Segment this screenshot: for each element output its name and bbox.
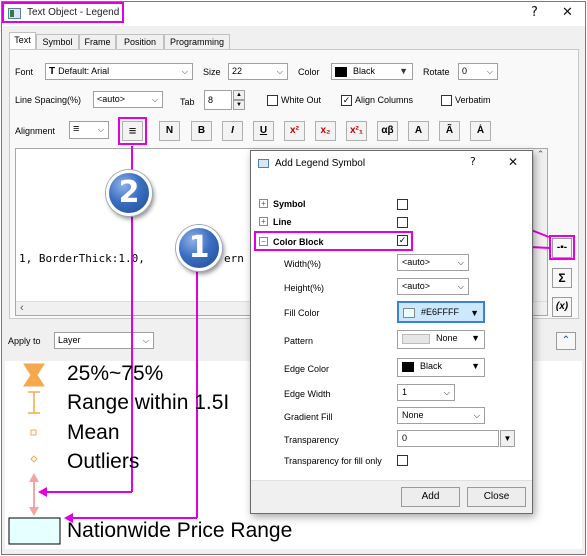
step-badge-2: 2 bbox=[106, 170, 152, 216]
add-button[interactable]: Add bbox=[401, 487, 460, 507]
pattern-label: Pattern bbox=[284, 336, 314, 346]
edge-color-swatch bbox=[402, 361, 414, 372]
outlier-symbol-icon bbox=[30, 455, 38, 463]
height-label: Height(%) bbox=[284, 283, 325, 293]
legend-item-5: Nationwide Price Range bbox=[67, 519, 293, 542]
gradient-fill-label: Gradient Fill bbox=[284, 412, 333, 422]
color-block-checkbox[interactable]: ✓ bbox=[397, 235, 408, 246]
width-value: <auto> bbox=[402, 257, 431, 267]
pattern-select[interactable]: None ▼ bbox=[397, 330, 485, 349]
dialog-close-icon[interactable]: ✕ bbox=[508, 155, 518, 169]
width-select[interactable]: <auto> ⌵ bbox=[397, 254, 469, 271]
line-checkbox[interactable] bbox=[397, 217, 408, 228]
expand-symbol-icon[interactable]: + bbox=[259, 199, 268, 208]
pattern-value: None bbox=[436, 333, 458, 343]
step-badge-1: 1 bbox=[176, 225, 222, 271]
transparency-fill-only-checkbox[interactable] bbox=[397, 455, 408, 466]
section-symbol-label: Symbol bbox=[273, 199, 306, 209]
transparency-value: 0 bbox=[402, 433, 408, 443]
width-label: Width(%) bbox=[284, 259, 322, 269]
mean-symbol-icon bbox=[30, 429, 37, 436]
chevron-down-icon: ⌵ bbox=[443, 388, 450, 397]
fill-color-swatch bbox=[403, 307, 415, 318]
symbol-checkbox[interactable] bbox=[397, 199, 408, 210]
pattern-swatch bbox=[402, 333, 430, 344]
gradient-fill-select[interactable]: None ⌵ bbox=[397, 407, 485, 424]
chevron-down-icon: ⌵ bbox=[457, 282, 464, 291]
transparency-input[interactable]: 0 bbox=[397, 430, 499, 447]
legend-item-3: Mean bbox=[67, 421, 120, 444]
close-dialog-button[interactable]: Close bbox=[467, 487, 526, 507]
section-color-block-label: Color Block bbox=[273, 237, 324, 247]
legend-item-2: Range within 1.5I bbox=[67, 391, 230, 414]
dialog-icon bbox=[258, 159, 269, 168]
edge-color-label: Edge Color bbox=[284, 364, 330, 374]
edge-width-value: 1 bbox=[402, 387, 408, 397]
box-symbol-icon bbox=[23, 363, 45, 387]
dialog-help-button[interactable]: ? bbox=[470, 155, 476, 168]
collapse-color-block-icon[interactable]: − bbox=[259, 237, 268, 246]
fill-color-select[interactable]: #E6FFFF ▼ bbox=[397, 301, 485, 323]
height-select[interactable]: <auto> ⌵ bbox=[397, 278, 469, 295]
edge-width-select[interactable]: 1 ⌵ bbox=[397, 384, 455, 401]
legend-item-1: 25%~75% bbox=[67, 362, 164, 385]
color-block-icon bbox=[8, 517, 61, 545]
dropdown-arrow-icon: ▼ bbox=[471, 333, 480, 343]
edge-color-value: Black bbox=[420, 361, 443, 371]
chevron-down-icon: ⌵ bbox=[457, 258, 464, 267]
dialog-title: Add Legend Symbol bbox=[275, 158, 366, 169]
dropdown-arrow-icon: ▼ bbox=[470, 308, 479, 318]
section-line-label: Line bbox=[273, 217, 292, 227]
chevron-down-icon: ⌵ bbox=[473, 411, 480, 420]
edge-color-select[interactable]: Black ▼ bbox=[397, 358, 485, 377]
height-value: <auto> bbox=[402, 281, 431, 291]
edge-width-label: Edge Width bbox=[284, 389, 331, 399]
dropdown-arrow-icon: ▼ bbox=[471, 361, 480, 371]
fill-color-value: #E6FFFF bbox=[421, 307, 460, 317]
transparency-fill-only-label: Transparency for fill only bbox=[284, 456, 382, 466]
gradient-fill-value: None bbox=[402, 410, 424, 420]
expand-line-icon[interactable]: + bbox=[259, 217, 268, 226]
fill-color-label: Fill Color bbox=[284, 308, 320, 318]
transparency-label: Transparency bbox=[284, 435, 339, 445]
transparency-dropdown-button[interactable]: ▼ bbox=[500, 430, 515, 447]
legend-item-4: Outliers bbox=[67, 450, 140, 473]
